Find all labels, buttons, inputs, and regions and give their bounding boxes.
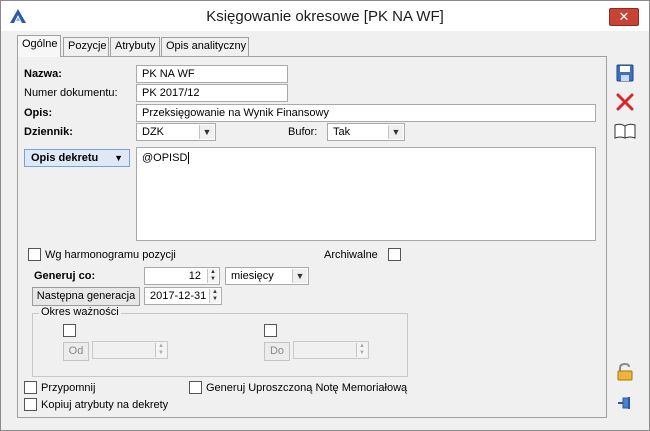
- wg-harmonogramu-label: Wg harmonogramu pozycji: [45, 249, 176, 261]
- spinner-icon[interactable]: ▲ ▼: [356, 343, 367, 357]
- numer-dokumentu-label: Numer dokumentu:: [24, 87, 118, 99]
- od-button[interactable]: Od: [63, 342, 89, 361]
- nastepna-generacja-input[interactable]: 2017-12-31 ▲ ▼: [144, 287, 222, 305]
- nazwa-label: Nazwa:: [24, 68, 62, 80]
- spinner-icon[interactable]: ▲ ▼: [207, 269, 218, 283]
- od-checkbox[interactable]: [63, 324, 76, 337]
- chevron-down-icon[interactable]: ▼: [199, 125, 214, 139]
- general-panel: Nazwa: PK NA WF Numer dokumentu: PK 2017…: [17, 56, 607, 418]
- tab-pozycje[interactable]: Pozycje: [63, 37, 109, 56]
- spinner-icon[interactable]: ▲ ▼: [209, 289, 220, 303]
- tab-atrybuty[interactable]: Atrybuty: [110, 37, 160, 56]
- bufor-select[interactable]: Tak ▼: [327, 123, 405, 141]
- chevron-down-icon[interactable]: ▼: [388, 125, 403, 139]
- title-bar: Księgowanie okresowe [PK NA WF] ✕: [1, 1, 649, 31]
- lock-icon: [617, 362, 633, 381]
- book-icon: [614, 123, 636, 139]
- nazwa-input[interactable]: PK NA WF: [136, 65, 288, 83]
- generuj-co-unit-value: miesięcy: [231, 270, 274, 282]
- save-icon: [616, 64, 634, 82]
- numer-dokumentu-input[interactable]: PK 2017/12: [136, 84, 288, 102]
- opis-label: Opis:: [24, 107, 53, 119]
- save-button[interactable]: [612, 61, 638, 85]
- dziennik-select[interactable]: DZK ▼: [136, 123, 216, 141]
- generuj-co-label: Generuj co:: [34, 270, 96, 282]
- opis-dekretu-button[interactable]: Opis dekretu ▼: [24, 149, 130, 167]
- kopiuj-atrybuty-label: Kopiuj atrybuty na dekrety: [41, 399, 169, 411]
- opis-dekretu-label: Opis dekretu: [31, 152, 99, 164]
- generuj-note-checkbox[interactable]: [189, 381, 202, 394]
- nastepna-generacja-value: 2017-12-31: [150, 290, 207, 302]
- przypomnij-label: Przypomnij: [41, 382, 96, 394]
- opis-dekretu-textarea[interactable]: @OPISD: [136, 147, 596, 241]
- do-date-input[interactable]: ▲ ▼: [293, 341, 369, 359]
- archiwalne-label: Archiwalne: [324, 249, 378, 261]
- generuj-co-unit-select[interactable]: miesięcy ▼: [225, 267, 309, 285]
- caret-down-icon: ▼: [114, 153, 123, 163]
- okres-waznosci-group: Okres ważności Od ▲ ▼ Do ▲ ▼: [32, 306, 408, 377]
- chevron-down-icon[interactable]: ▼: [292, 269, 307, 283]
- generuj-co-value: 12: [188, 270, 201, 282]
- do-checkbox[interactable]: [264, 324, 277, 337]
- generuj-co-input[interactable]: 12 ▲ ▼: [144, 267, 220, 285]
- opis-dekretu-text: @OPISD: [142, 152, 188, 164]
- dziennik-label: Dziennik:: [24, 126, 73, 138]
- dziennik-value: DZK: [142, 126, 164, 138]
- unlock-button[interactable]: [612, 360, 638, 384]
- text-cursor: [188, 152, 190, 164]
- window-title: Księgowanie okresowe [PK NA WF]: [206, 8, 444, 25]
- pin-button[interactable]: [612, 391, 638, 415]
- window: Księgowanie okresowe [PK NA WF] ✕ Ogólne…: [0, 0, 650, 431]
- spinner-icon[interactable]: ▲ ▼: [155, 343, 166, 357]
- opis-input[interactable]: Przeksięgowanie na Wynik Finansowy: [136, 104, 596, 122]
- kopiuj-atrybuty-checkbox[interactable]: [24, 398, 37, 411]
- bufor-value: Tak: [333, 126, 351, 138]
- nastepna-generacja-button[interactable]: Następna generacja: [32, 287, 140, 306]
- okres-waznosci-title: Okres ważności: [39, 306, 121, 318]
- do-button[interactable]: Do: [264, 342, 290, 361]
- tab-ogolne[interactable]: Ogólne: [17, 35, 61, 57]
- generuj-note-label: Generuj Uproszczoną Notę Memoriałową: [206, 382, 408, 394]
- wg-harmonogramu-checkbox[interactable]: [28, 248, 41, 261]
- delete-button[interactable]: [612, 90, 638, 114]
- close-button[interactable]: ✕: [609, 8, 639, 26]
- archiwalne-checkbox[interactable]: [388, 248, 401, 261]
- przypomnij-checkbox[interactable]: [24, 381, 37, 394]
- od-date-input[interactable]: ▲ ▼: [92, 341, 168, 359]
- tab-opis-analityczny[interactable]: Opis analityczny: [161, 37, 249, 56]
- delete-icon: [616, 93, 634, 111]
- bufor-label: Bufor:: [288, 126, 318, 138]
- help-book-button[interactable]: [612, 119, 638, 143]
- pin-icon: [618, 397, 630, 409]
